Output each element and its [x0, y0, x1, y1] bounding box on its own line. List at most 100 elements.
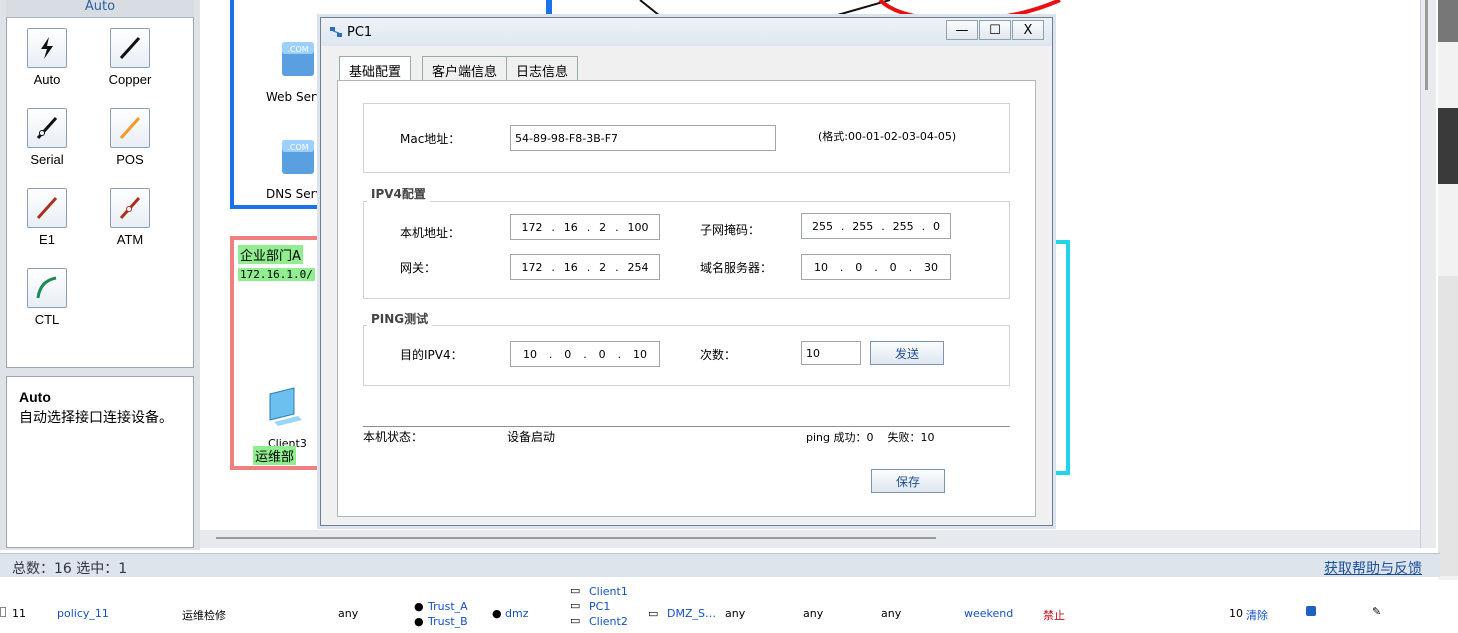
ops-dept-label: 运维部 — [253, 446, 297, 465]
right-panel-dark-block — [1438, 108, 1458, 184]
mac-address-field[interactable]: 54-89-98-F8-3B-F7 — [510, 125, 776, 151]
ctl-cable-icon — [27, 268, 67, 308]
palette-header: Auto — [6, 0, 194, 18]
horizontal-scrollbar[interactable] — [200, 530, 1436, 548]
minimize-icon: — — [955, 22, 969, 38]
zone-icon: ● — [414, 600, 424, 613]
dest-ip-field[interactable]: 10. 0. 0. 10 — [510, 341, 660, 367]
table-row[interactable]: 11 policy_11 运维检修 any ● Trust_A ● Trust_… — [0, 580, 1458, 633]
palette-item-label: ATM — [116, 232, 144, 247]
palette-item-serial[interactable]: Serial — [12, 108, 82, 167]
palette-item-label: CTL — [34, 312, 60, 327]
state-value: 设备启动 — [507, 430, 556, 444]
enable-checkbox[interactable] — [1306, 606, 1316, 616]
horizontal-scroll-thumb[interactable] — [216, 537, 936, 539]
ip-octet: 255 — [811, 219, 833, 233]
palette-item-label: Serial — [30, 152, 64, 167]
help-feedback-link[interactable]: 获取帮助与反馈 — [1324, 558, 1422, 578]
vertical-scrollbar[interactable] — [1420, 0, 1436, 548]
save-button[interactable]: 保存 — [871, 469, 945, 493]
palette-item-atm[interactable]: ATM — [95, 188, 165, 247]
tab-client-info[interactable]: 客户端信息 — [422, 56, 508, 81]
policy-service: any — [725, 607, 746, 620]
palette-description: Auto 自动选择接口连接设备。 — [6, 376, 194, 548]
policy-name[interactable]: policy_11 — [57, 607, 109, 620]
palette-item-pos[interactable]: POS — [95, 108, 165, 167]
serial-cable-icon — [27, 108, 67, 148]
basic-config-panel: Mac地址： 54-89-98-F8-3B-F7 (格式:00-01-02-03… — [337, 80, 1036, 517]
policy-user: any — [881, 607, 902, 620]
minimize-button[interactable]: — — [946, 20, 978, 40]
dept-a-label: 企业部门A — [238, 245, 303, 264]
clear-link[interactable]: 清除 — [1246, 607, 1268, 623]
ip-octet: 255 — [852, 219, 874, 233]
web-server-icon[interactable]: .COM — [278, 36, 318, 83]
ip-octet: 255 — [892, 219, 914, 233]
ip-octet: 16 — [563, 220, 578, 234]
palette-item-e1[interactable]: E1 — [12, 188, 82, 247]
maximize-icon: ☐ — [989, 22, 1001, 38]
tab-basic-config[interactable]: 基础配置 — [339, 56, 412, 82]
subnet-label: 172.16.1.0/ — [238, 268, 315, 281]
ip-octet: 172 — [521, 220, 543, 234]
status-count: 总数：16 选中：1 — [12, 561, 128, 577]
subnet-mask-field[interactable]: 255. 255. 255. 0 — [801, 213, 951, 239]
row-checkbox[interactable] — [0, 607, 6, 617]
copper-cable-icon — [110, 28, 150, 68]
policy-time[interactable]: weekend — [964, 607, 1013, 620]
client-computer-icon[interactable] — [260, 382, 310, 435]
src-zone-2[interactable]: Trust_B — [428, 615, 468, 628]
maximize-button[interactable]: ☐ — [979, 20, 1011, 40]
ip-octet: 0 — [932, 219, 940, 233]
tab-log-info[interactable]: 日志信息 — [506, 56, 579, 81]
ip-octet: 100 — [627, 220, 649, 234]
mac-group: Mac地址： 54-89-98-F8-3B-F7 (格式:00-01-02-03… — [363, 103, 1010, 173]
send-button[interactable]: 发送 — [870, 341, 944, 365]
svg-text:.COM: .COM — [287, 45, 308, 54]
atm-cable-icon — [110, 188, 150, 228]
close-button[interactable]: X — [1012, 20, 1044, 40]
close-icon: X — [1023, 22, 1033, 38]
right-side-panel — [1438, 0, 1458, 580]
dst-zone[interactable]: dmz — [505, 607, 528, 620]
ip-address-field[interactable]: 172. 16. 2. 100 — [510, 214, 660, 240]
edit-icon[interactable]: ✎ — [1372, 605, 1381, 618]
ip-octet: 2 — [599, 220, 607, 234]
zone-icon: ● — [492, 607, 502, 620]
dst-addr[interactable]: DMZ_S… — [667, 607, 716, 620]
mac-label: Mac地址： — [400, 132, 461, 146]
src-addr-1[interactable]: Client1 — [589, 585, 628, 598]
dns-server-field[interactable]: 10. 0. 0. 30 — [801, 254, 951, 280]
palette-item-copper[interactable]: Copper — [95, 28, 165, 87]
palette-item-ctl[interactable]: CTL — [12, 268, 82, 327]
count-label: 次数： — [700, 348, 737, 362]
zone-icon: ● — [414, 615, 424, 628]
ping-title: PING测试 — [367, 310, 433, 327]
ping-result: ping 成功：0 失败：10 — [806, 431, 935, 444]
policy-hits: 10 — [1229, 607, 1243, 620]
ping-count-field[interactable]: 10 — [801, 341, 861, 365]
policy-app: any — [803, 607, 824, 620]
palette-item-auto[interactable]: Auto — [12, 28, 82, 87]
mask-label: 子网掩码： — [700, 223, 761, 237]
gateway-field[interactable]: 172. 16. 2. 254 — [510, 254, 660, 280]
src-addr-3[interactable]: Client2 — [589, 615, 628, 628]
description-text: 自动选择接口连接设备。 — [19, 410, 173, 426]
computer-icon: ▭ — [570, 614, 581, 627]
policy-action: 禁止 — [1043, 609, 1065, 622]
policy-desc: 运维检修 — [182, 609, 226, 622]
network-device-icon — [329, 25, 343, 39]
src-addr-2[interactable]: PC1 — [589, 600, 610, 613]
ip-octet: 0 — [855, 260, 863, 274]
status-bar: 总数：16 选中：1 获取帮助与反馈 — [0, 553, 1440, 577]
src-zone-1[interactable]: Trust_A — [428, 600, 468, 613]
dialog-title-bar[interactable]: PC1 — ☐ X — [321, 18, 1052, 46]
policy-src-user: any — [338, 607, 359, 620]
palette-item-label: Copper — [108, 72, 152, 87]
right-panel-list — [1438, 276, 1458, 576]
vertical-scroll-thumb[interactable] — [1425, 0, 1428, 90]
ip-octet: 10 — [813, 260, 828, 274]
dns-server-icon[interactable]: .COM — [278, 134, 318, 181]
e1-cable-icon — [27, 188, 67, 228]
dns-server-label: DNS Serv — [266, 187, 323, 201]
